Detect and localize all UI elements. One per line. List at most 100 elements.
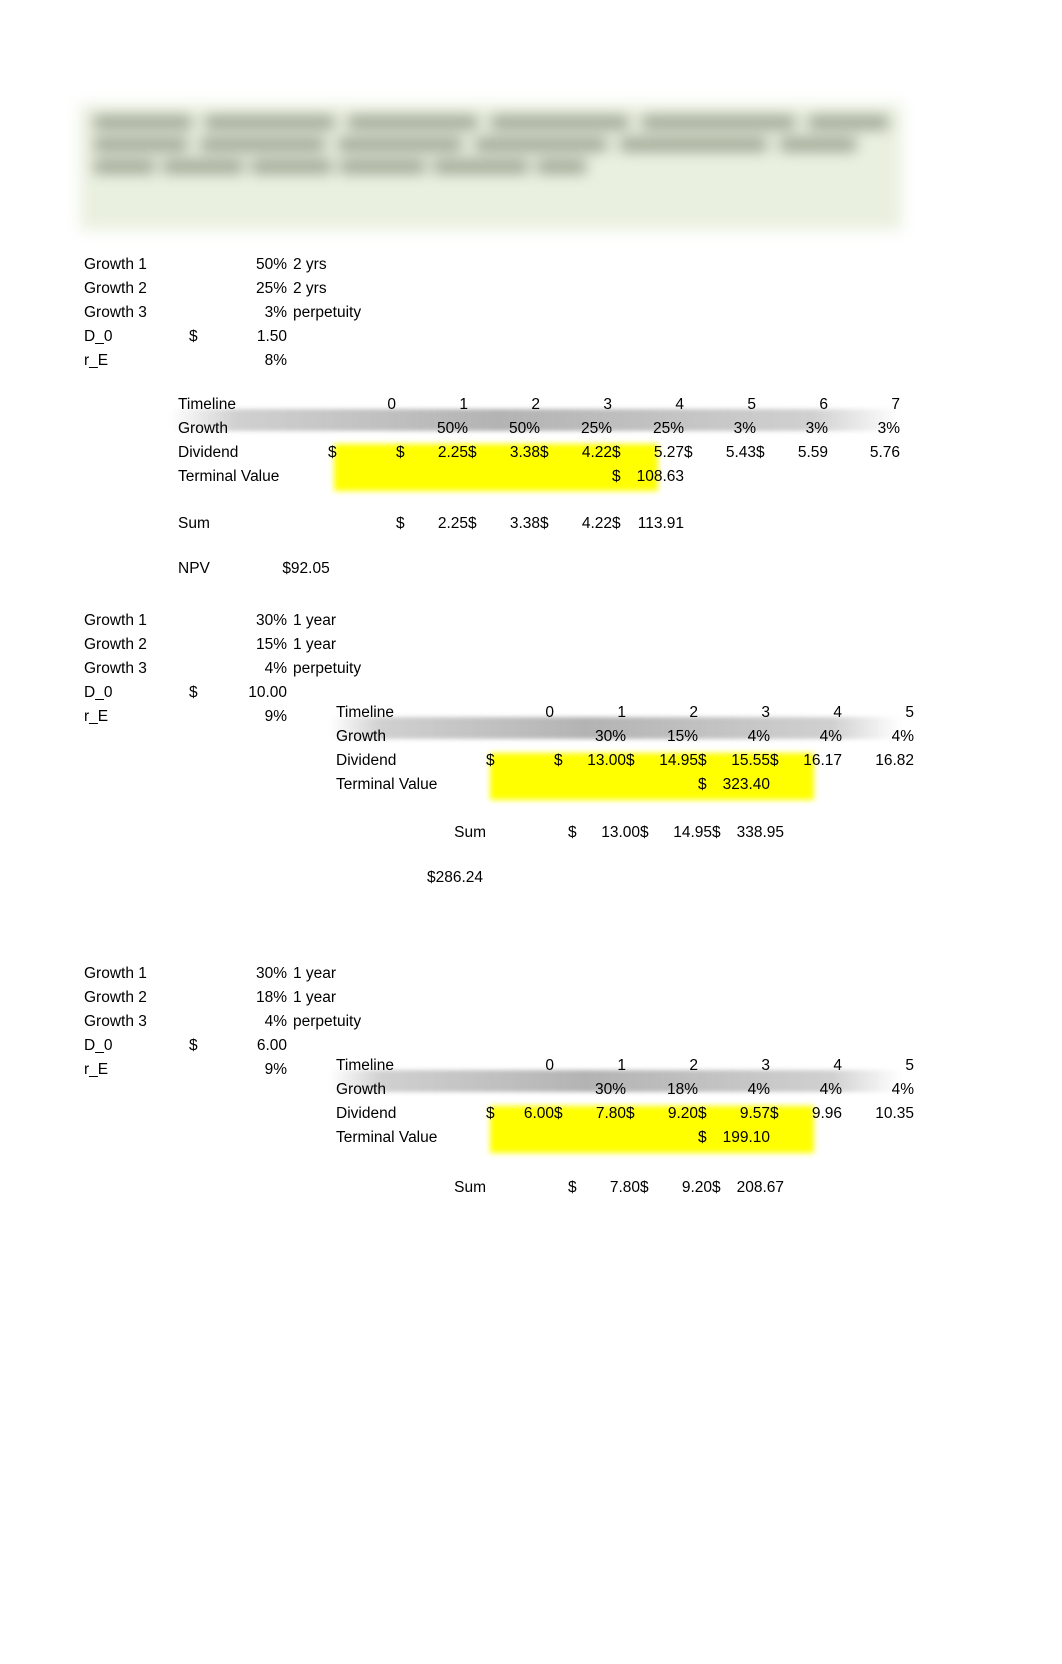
- dividend-currency-4: $: [770, 752, 779, 769]
- param-row-growth-1: Growth 1 30% 1 year: [84, 609, 361, 633]
- timeline-table-2: Timeline 0 1 2 3 4 5 Growth 30% 15% 4% 4…: [336, 704, 914, 800]
- dividend-0: [342, 444, 396, 468]
- table-row: Sum $ 2.25 $ 3.38 $ 4.22 $ 113.91: [178, 512, 684, 536]
- dividend-row: Dividend $ 6.00 $ 7.80 $ 9.20 $ 9.57 $ 9…: [336, 1105, 914, 1129]
- dividend-3: 15.55: [731, 752, 770, 769]
- dividend-1: 7.80: [595, 1105, 626, 1122]
- terminal-value-label: Terminal Value: [336, 776, 438, 793]
- param-label: D_0: [84, 1037, 113, 1054]
- growth-7: 3%: [877, 420, 900, 437]
- param-value: 4%: [264, 1013, 287, 1030]
- dividend-0: 6.00: [523, 1105, 554, 1122]
- timeline-header-row: Timeline 0 1 2 3 4 5: [336, 704, 914, 728]
- period-3: 3: [603, 396, 612, 413]
- sum-value-2: 9.20: [681, 1179, 712, 1196]
- param-label: Growth 2: [84, 636, 147, 653]
- growth-4: 4%: [819, 728, 842, 745]
- sum-currency-3: $: [540, 515, 549, 532]
- param-label: Growth 1: [84, 965, 147, 982]
- growth-0: [500, 1081, 554, 1105]
- param-row-d0: D_0 $ 1.50: [84, 325, 361, 349]
- param-label: r_E: [84, 352, 109, 369]
- period-2: 2: [689, 704, 698, 721]
- param-row-growth-2: Growth 2 25% 2 yrs: [84, 277, 361, 301]
- dividend-currency-4: $: [770, 1105, 779, 1122]
- dividend-2: 14.95: [659, 752, 698, 769]
- table-row: Sum $ 13.00 $ 14.95 $ 338.95: [336, 821, 784, 845]
- dividend-currency-3: $: [698, 752, 707, 769]
- sum-value-4: 113.91: [637, 515, 684, 532]
- period-1: 1: [459, 396, 468, 413]
- period-3: 3: [761, 704, 770, 721]
- param-value: 30%: [255, 965, 287, 982]
- param-row-growth-3: Growth 3 4% perpetuity: [84, 657, 361, 681]
- sum-row-3: Sum $ 7.80 $ 9.20 $ 208.67: [336, 1176, 784, 1200]
- dividend-currency-0: $: [486, 1105, 495, 1122]
- sum-grid: Sum $ 7.80 $ 9.20 $ 208.67: [336, 1176, 784, 1200]
- growth-5: 4%: [891, 1081, 914, 1098]
- redacted-line: [94, 160, 587, 173]
- timeline-table-1: Timeline 0 1 2 3 4 5 6 7 Growth 50% 50% …: [178, 396, 900, 492]
- period-0: 0: [545, 1057, 554, 1074]
- dividend-row: Dividend $ $ 2.25 $ 3.38 $ 4.22 $ 5.27 $…: [178, 444, 900, 468]
- param-row-re: r_E 9%: [84, 705, 361, 729]
- parameters-block-1: Growth 1 50% 2 yrs Growth 2 25% 2 yrs Gr…: [84, 253, 361, 373]
- npv-label: NPV: [178, 560, 210, 577]
- growth-5: 3%: [733, 420, 756, 437]
- sum-currency-2: $: [640, 824, 649, 841]
- dividend-currency-7: [828, 444, 842, 468]
- dividend-currency-5: $: [684, 444, 693, 461]
- growth-4: 4%: [819, 1081, 842, 1098]
- dividend-7: 5.76: [869, 444, 900, 461]
- param-row-growth-1: Growth 1 50% 2 yrs: [84, 253, 361, 277]
- dividend-label: Dividend: [336, 1105, 397, 1122]
- dividend-6: 5.59: [797, 444, 828, 461]
- param-note: 2 yrs: [293, 280, 327, 297]
- param-label: Growth 1: [84, 612, 147, 629]
- dividend-5: 16.82: [875, 752, 914, 769]
- dividend-label: Dividend: [336, 752, 397, 769]
- terminal-value-amount: 199.10: [722, 1129, 770, 1146]
- dividend-2: 3.38: [509, 444, 540, 461]
- terminal-value-row: Terminal Value $ 199.10: [336, 1129, 914, 1153]
- terminal-value-row: Terminal Value $ 108.63: [178, 468, 900, 492]
- param-value: 9%: [264, 1061, 287, 1078]
- dividend-currency-3: $: [540, 444, 549, 461]
- param-note: 1 year: [293, 965, 337, 982]
- redacted-header-banner: [80, 104, 902, 230]
- dividend-currency-5: [842, 1105, 856, 1129]
- sum-currency-4: $: [612, 515, 621, 532]
- sum-currency-1: $: [568, 1179, 577, 1196]
- param-value: 50%: [255, 256, 287, 273]
- growth-row: Growth 30% 15% 4% 4% 4%: [336, 728, 914, 752]
- growth-5: 4%: [891, 728, 914, 745]
- growth-2: 15%: [666, 728, 698, 745]
- growth-3: 4%: [747, 1081, 770, 1098]
- sum-currency-1: $: [568, 824, 577, 841]
- param-row-re: r_E 8%: [84, 349, 361, 373]
- param-label: Growth 3: [84, 304, 147, 321]
- param-row-growth-1: Growth 1 30% 1 year: [84, 962, 361, 986]
- param-value: 8%: [264, 352, 287, 369]
- growth-label: Growth: [336, 1081, 386, 1098]
- growth-0: [500, 728, 554, 752]
- param-note: perpetuity: [293, 660, 362, 677]
- terminal-value-label: Terminal Value: [178, 468, 280, 485]
- sum-value-2: 14.95: [673, 824, 712, 841]
- dividend-1: 2.25: [437, 444, 468, 461]
- period-2: 2: [531, 396, 540, 413]
- param-value: 25%: [255, 280, 287, 297]
- growth-0: [342, 420, 396, 444]
- dividend-currency-4: $: [612, 444, 621, 461]
- period-0: 0: [387, 396, 396, 413]
- sum-label: Sum: [454, 824, 486, 841]
- dividend-currency-2: $: [468, 444, 477, 461]
- growth-4: 25%: [652, 420, 684, 437]
- param-label: Growth 2: [84, 989, 147, 1006]
- param-label: Growth 2: [84, 280, 147, 297]
- terminal-value-row: Terminal Value $ 323.40: [336, 776, 914, 800]
- period-5: 5: [747, 396, 756, 413]
- terminal-value-currency: $: [698, 776, 707, 793]
- dividend-currency-0: $: [328, 444, 337, 461]
- param-row-growth-2: Growth 2 18% 1 year: [84, 986, 361, 1010]
